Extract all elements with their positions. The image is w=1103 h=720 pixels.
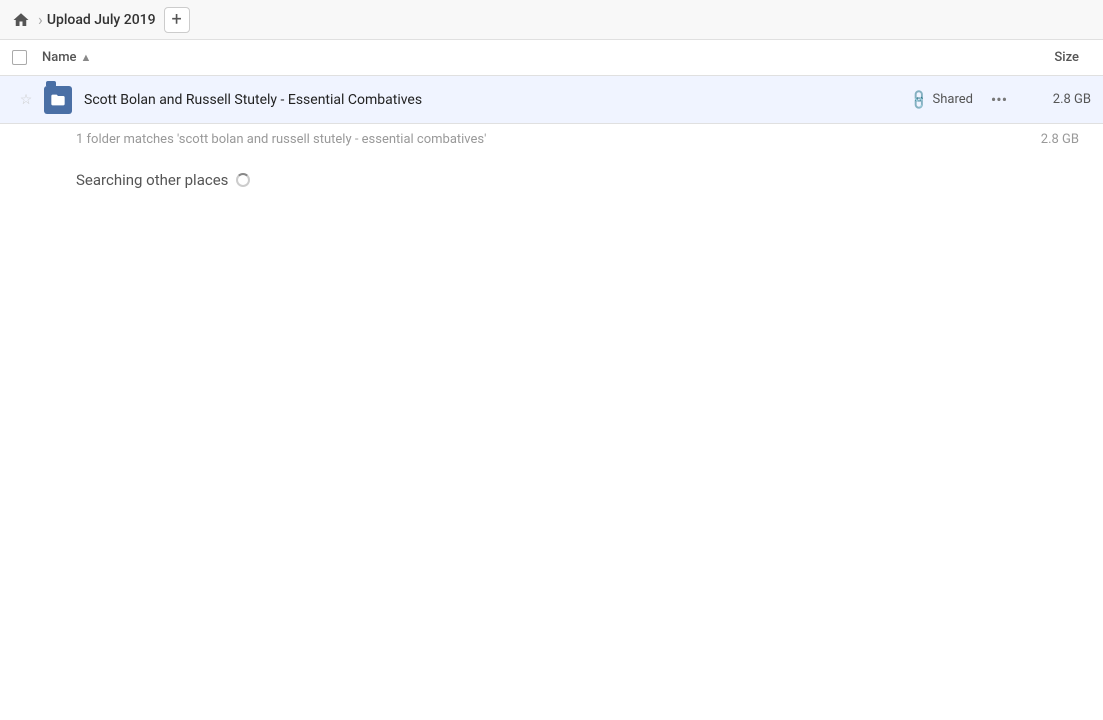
breadcrumb-bar: › Upload July 2019 + <box>0 0 1103 40</box>
searching-label: Searching other places <box>76 171 228 189</box>
sort-arrow-icon: ▲ <box>81 51 92 64</box>
shared-label: Shared <box>933 92 973 107</box>
file-size: 2.8 GB <box>1021 92 1091 107</box>
select-all-checkbox[interactable] <box>12 50 27 65</box>
folder-icon <box>44 86 72 114</box>
add-button[interactable]: + <box>164 7 190 33</box>
match-info-text: 1 folder matches 'scott bolan and russel… <box>76 132 486 147</box>
file-row[interactable]: ☆ Scott Bolan and Russell Stutely - Esse… <box>0 76 1103 124</box>
name-column-header[interactable]: Name ▲ <box>42 50 1011 65</box>
match-info-row: 1 folder matches 'scott bolan and russel… <box>0 124 1103 155</box>
loading-spinner <box>236 173 250 187</box>
star-col: ☆ <box>12 92 40 108</box>
size-column-header: Size <box>1011 50 1091 65</box>
home-button[interactable] <box>12 11 30 29</box>
star-icon[interactable]: ☆ <box>20 92 33 108</box>
folder-icon-col <box>40 86 76 114</box>
column-headers: Name ▲ Size <box>0 40 1103 76</box>
breadcrumb-separator: › <box>38 10 43 29</box>
match-info-size: 2.8 GB <box>1041 132 1091 147</box>
link-icon: 🔗 <box>908 88 932 112</box>
more-options-button[interactable]: ••• <box>985 86 1013 114</box>
shared-badge[interactable]: 🔗 Shared <box>911 92 973 108</box>
breadcrumb-title[interactable]: Upload July 2019 <box>47 12 156 28</box>
searching-row: Searching other places <box>0 155 1103 205</box>
file-name[interactable]: Scott Bolan and Russell Stutely - Essent… <box>76 92 911 108</box>
shared-badge-col: 🔗 Shared <box>911 92 973 108</box>
select-all-checkbox-col <box>12 50 42 65</box>
